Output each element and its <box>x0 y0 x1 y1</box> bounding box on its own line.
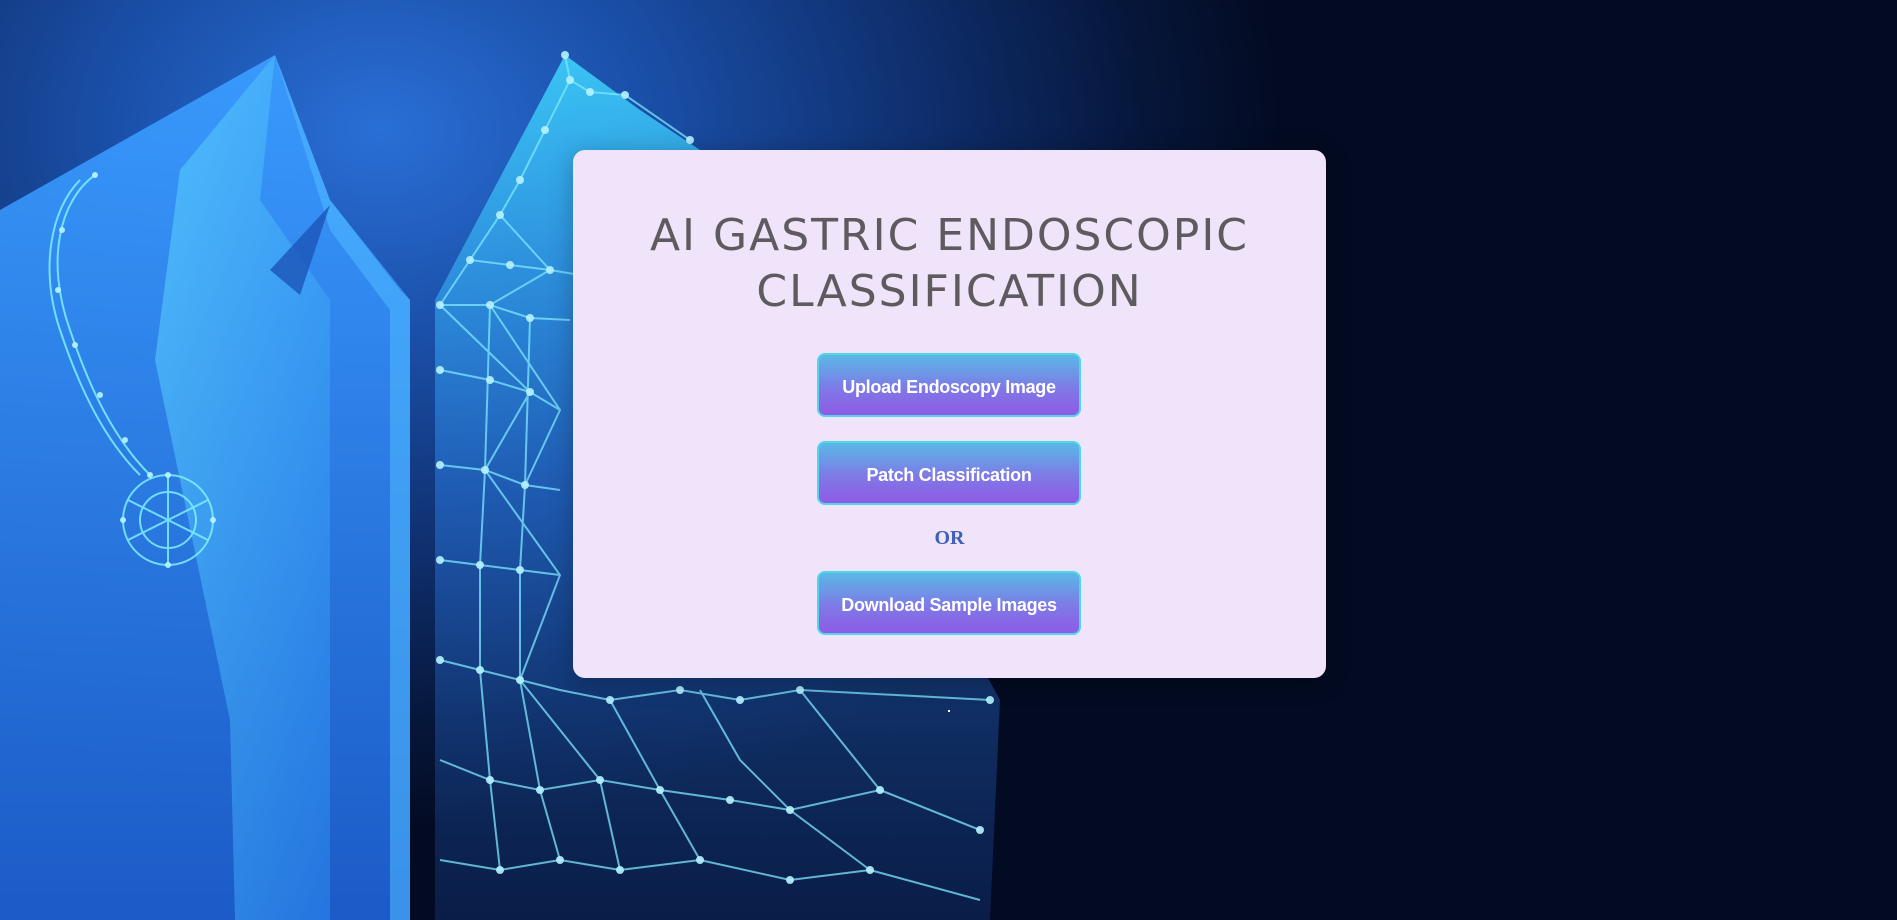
page-title-line2: CLASSIFICATION <box>756 266 1143 317</box>
download-sample-images-button[interactable]: Download Sample Images <box>817 571 1081 635</box>
page-title-line1: AI GASTRIC ENDOSCOPIC <box>649 210 1250 261</box>
patch-classification-button[interactable]: Patch Classification <box>817 441 1081 505</box>
or-divider-text: OR <box>934 527 965 549</box>
main-card: AI GASTRIC ENDOSCOPIC CLASSIFICATION Upl… <box>573 150 1326 678</box>
page-title: AI GASTRIC ENDOSCOPIC CLASSIFICATION <box>573 208 1326 320</box>
upload-endoscopy-image-button[interactable]: Upload Endoscopy Image <box>817 353 1081 417</box>
small-dot <box>948 710 950 712</box>
